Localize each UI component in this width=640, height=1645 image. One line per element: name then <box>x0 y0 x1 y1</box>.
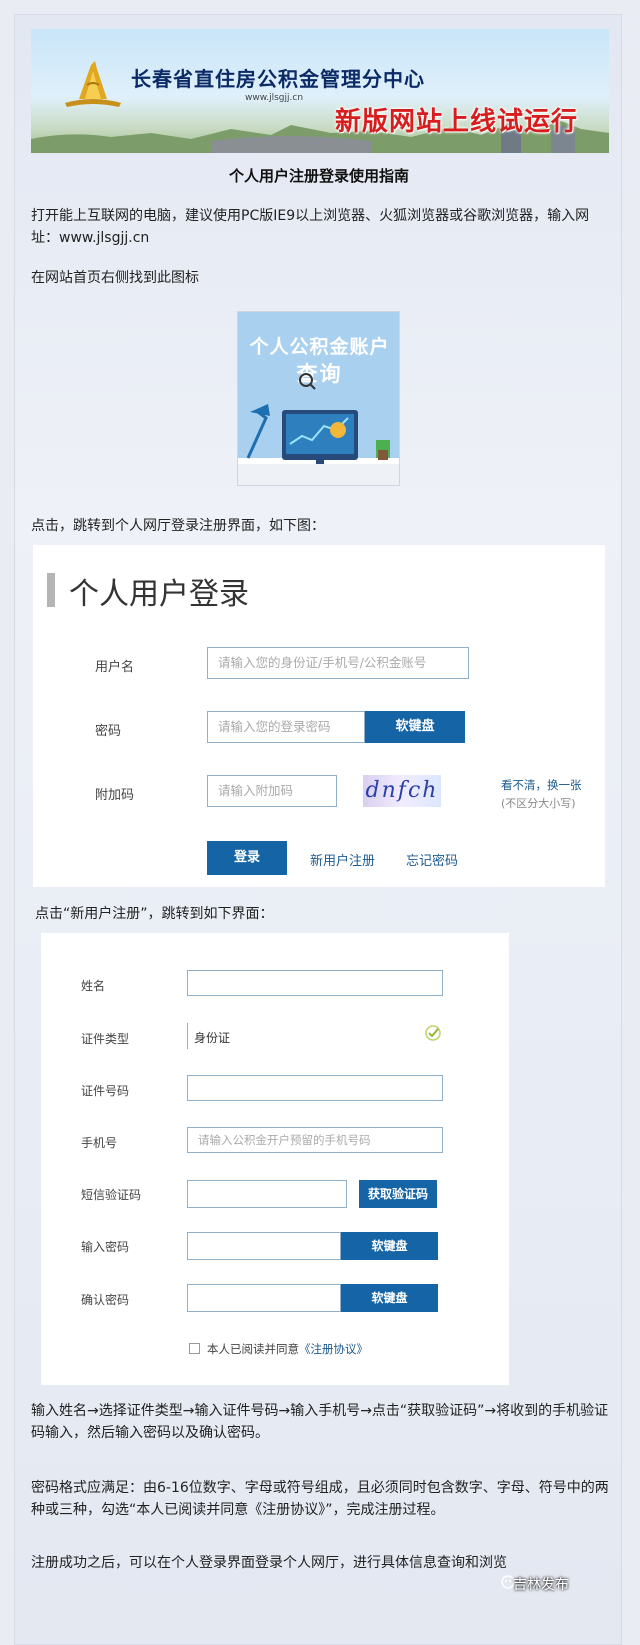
id-number-label: 证件号码 <box>81 1084 130 1098</box>
register-screenshot-panel: 姓名 证件类型 身份证 证件号码 手机号 请输入公积金开户预留的手机号码 短信验… <box>41 933 509 1385</box>
username-input[interactable]: 请输入您的身份证/手机号/公积金账号 <box>207 647 469 679</box>
case-insensitive-hint: (不区分大小写) <box>501 797 576 810</box>
phone-label: 手机号 <box>81 1136 118 1150</box>
id-type-select[interactable]: 身份证 <box>187 1023 443 1049</box>
soft-keyboard-button-confirm[interactable]: 软键盘 <box>341 1284 438 1312</box>
article-page: 长春省直住房公积金管理分中心 www.jlsgjj.cn 新版网站上线试运行 个… <box>14 14 622 1645</box>
username-label: 用户名 <box>95 660 135 675</box>
login-screenshot-panel: 个人用户登录 用户名 请输入您的身份证/手机号/公积金账号 密码 请输入您的登录… <box>33 545 605 887</box>
login-heading: 个人用户登录 <box>69 577 249 612</box>
organization-name: 长春省直住房公积金管理分中心 <box>131 67 425 91</box>
agree-text: 本人已阅读并同意《注册协议》 <box>207 1341 368 1357</box>
header-banner: 长春省直住房公积金管理分中心 www.jlsgjj.cn 新版网站上线试运行 <box>31 29 609 153</box>
title-accent-bar <box>47 573 55 607</box>
get-sms-code-button[interactable]: 获取验证码 <box>359 1180 437 1208</box>
golden-mountain-logo-icon <box>65 61 121 107</box>
id-type-label: 证件类型 <box>81 1032 130 1046</box>
soft-keyboard-button-password[interactable]: 软键盘 <box>341 1232 438 1260</box>
password-rules: 密码格式应满足：由6-16位数字、字母或符号组成，且必须同时包含数字、字母、符号… <box>31 1480 609 1518</box>
agree-prefix: 本人已阅读并同意 <box>207 1342 299 1356</box>
desk-computer-illustration-icon <box>238 373 399 485</box>
confirm-password-label: 确认密码 <box>81 1293 130 1307</box>
publisher-watermark: 吉林发布 <box>513 1577 569 1593</box>
sms-code-label: 短信验证码 <box>81 1188 142 1202</box>
login-button[interactable]: 登录 <box>207 841 287 875</box>
captcha-label: 附加码 <box>95 788 135 803</box>
phone-input[interactable]: 请输入公积金开户预留的手机号码 <box>187 1127 443 1153</box>
soft-keyboard-button[interactable]: 软键盘 <box>365 711 465 743</box>
agreement-link[interactable]: 《注册协议》 <box>299 1342 368 1356</box>
sms-code-input[interactable] <box>187 1180 347 1208</box>
check-icon <box>425 1025 441 1041</box>
launch-slogan: 新版网站上线试运行 <box>335 107 579 137</box>
step-find-icon: 在网站首页右侧找到此图标 <box>31 270 199 286</box>
step-open-browser: 打开能上互联网的电脑，建议使用PC版IE9以上浏览器、火狐浏览器或谷歌浏览器，输… <box>31 208 590 246</box>
new-password-label: 输入密码 <box>81 1240 130 1254</box>
step-fill-form: 输入姓名→选择证件类型→输入证件号码→输入手机号→点击“获取验证码”→将收到的手… <box>31 1403 609 1441</box>
account-query-icon-card: 个人公积金账户 查询 <box>237 311 400 486</box>
captcha-input[interactable]: 请输入附加码 <box>207 775 337 807</box>
step-click-register: 点击“新用户注册”，跳转到如下界面： <box>35 906 274 922</box>
agree-checkbox[interactable] <box>189 1343 200 1354</box>
captcha-image[interactable]: dnfch <box>363 775 441 807</box>
password-label: 密码 <box>95 724 122 739</box>
new-password-input[interactable] <box>187 1232 341 1260</box>
refresh-captcha-link[interactable]: 看不清，换一张 <box>501 777 582 793</box>
guide-title: 个人用户注册登录使用指南 <box>228 167 409 185</box>
name-label: 姓名 <box>81 979 106 993</box>
id-number-input[interactable] <box>187 1075 443 1101</box>
register-link[interactable]: 新用户注册 <box>310 850 375 869</box>
name-input[interactable] <box>187 970 443 996</box>
confirm-password-input[interactable] <box>187 1284 341 1312</box>
id-type-value: 身份证 <box>194 1031 231 1045</box>
website-url: www.jlsgjj.cn <box>245 93 304 103</box>
password-input[interactable]: 请输入您的登录密码 <box>207 711 365 743</box>
step-after-register: 注册成功之后，可以在个人登录界面登录个人网厅，进行具体信息查询和浏览 <box>31 1555 507 1571</box>
step-click-icon: 点击，跳转到个人网厅登录注册界面，如下图： <box>31 518 325 534</box>
forgot-password-link[interactable]: 忘记密码 <box>406 850 458 869</box>
